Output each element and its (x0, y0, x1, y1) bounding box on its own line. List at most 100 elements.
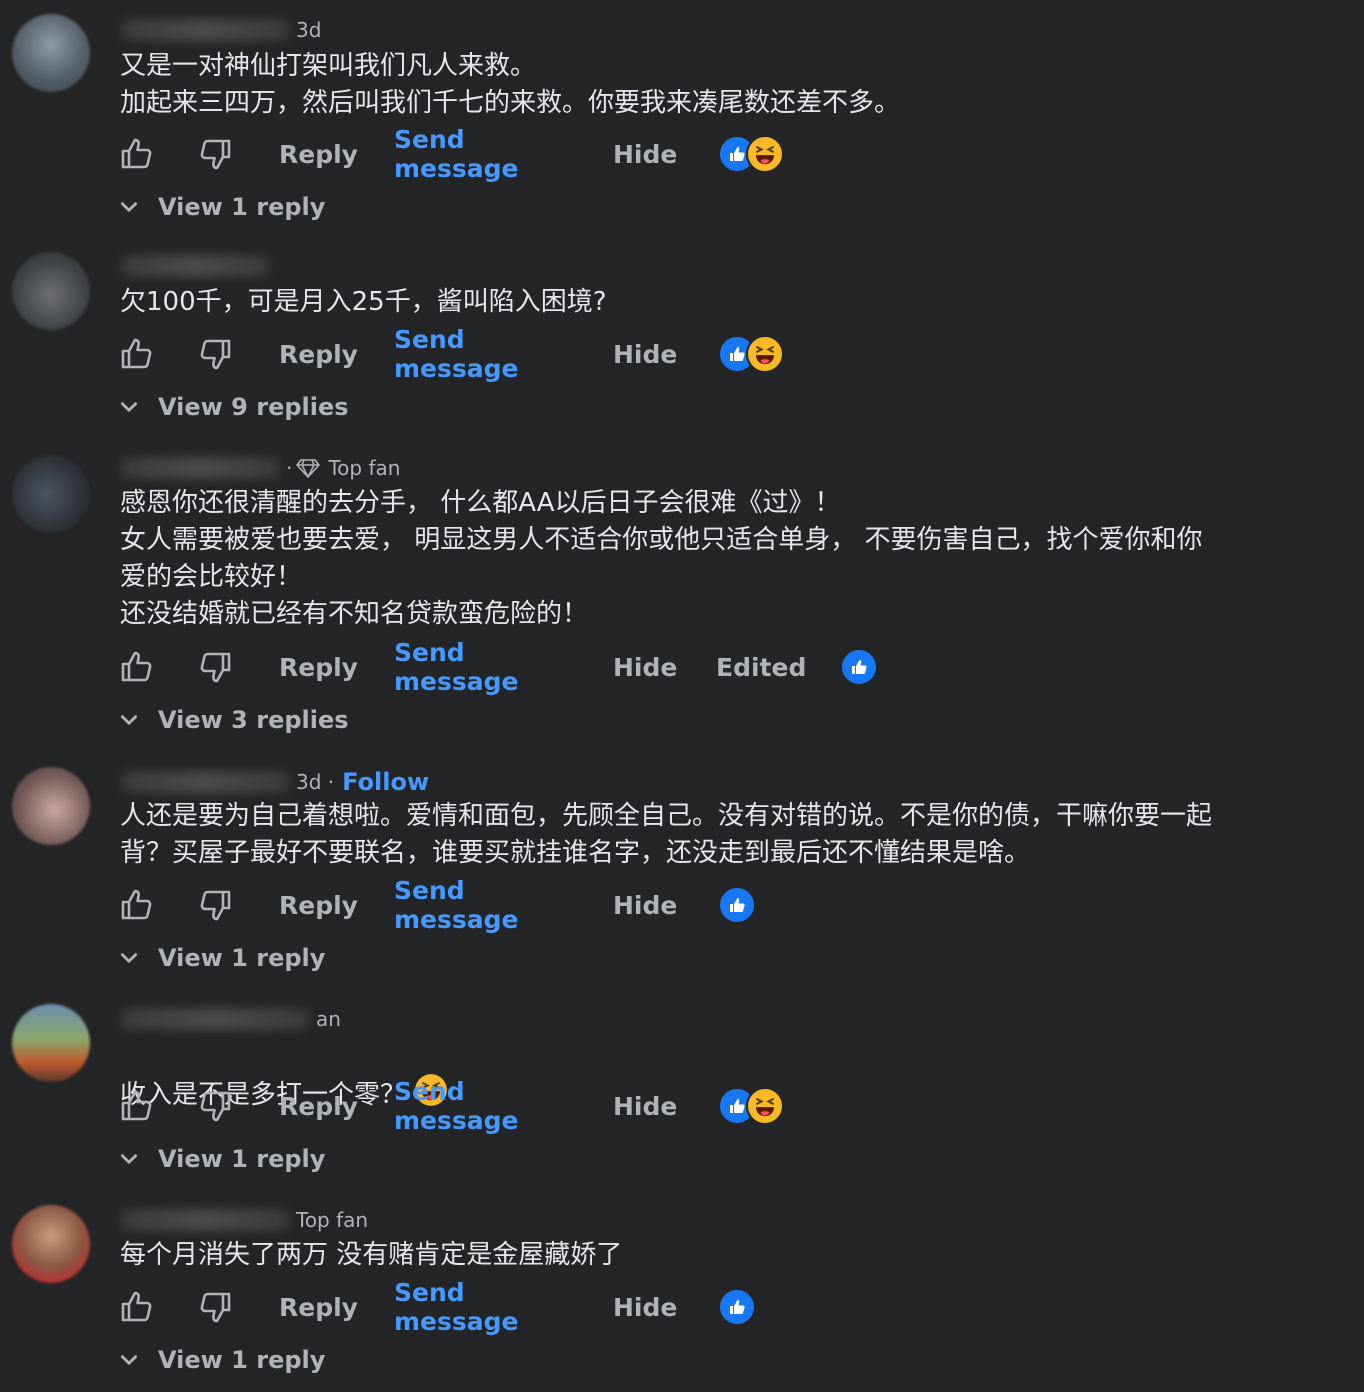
like-button[interactable] (118, 885, 154, 925)
view-replies-button[interactable]: View 3 replies (118, 702, 349, 738)
reply-button[interactable]: Reply (279, 334, 358, 374)
chevron-down-icon (118, 947, 140, 969)
thumb-up-icon (118, 1088, 154, 1124)
like-button[interactable] (118, 1086, 154, 1126)
view-replies-label: View 1 reply (158, 1346, 326, 1374)
send-message-button[interactable]: Send message (394, 638, 519, 696)
send-message-button[interactable]: Send message (394, 876, 519, 934)
haha-reaction-icon (746, 1087, 784, 1125)
comment-meta (120, 252, 276, 280)
avatar[interactable] (12, 455, 90, 533)
send-message-button[interactable]: Send message (394, 1077, 519, 1135)
view-replies-button[interactable]: View 1 reply (118, 1141, 325, 1177)
author-name[interactable] (120, 1008, 310, 1030)
dislike-button[interactable] (198, 134, 234, 174)
thumb-up-icon (118, 136, 154, 172)
thumb-down-icon (198, 1289, 234, 1325)
view-replies-button[interactable]: View 1 reply (118, 1342, 325, 1378)
thumb-down-icon (198, 1088, 234, 1124)
thumb-down-icon (198, 136, 234, 172)
view-replies-button[interactable]: View 9 replies (118, 389, 349, 425)
author-name[interactable] (120, 19, 290, 41)
comment-meta: 3d · Follow (120, 768, 429, 796)
hide-button[interactable]: Hide (613, 885, 677, 925)
hide-button[interactable]: Hide (613, 134, 677, 174)
thumb-up-icon (118, 336, 154, 372)
view-replies-label: View 9 replies (158, 393, 349, 421)
timestamp[interactable]: 3d (296, 18, 321, 42)
like-reaction-icon (718, 886, 756, 924)
comment-text: 每个月消失了两万 没有赌肯定是金屋藏娇了 (120, 1240, 623, 1270)
view-replies-label: View 1 reply (158, 193, 326, 221)
chevron-down-icon (118, 1349, 140, 1371)
comment-text: 欠100千，可是月入25千，酱叫陷入困境? (120, 287, 607, 317)
thumb-down-icon (198, 336, 234, 372)
dislike-button[interactable] (198, 885, 234, 925)
comment-meta: Top fan (120, 1206, 368, 1234)
hide-button[interactable]: Hide (613, 1086, 677, 1126)
avatar[interactable] (12, 1205, 90, 1283)
haha-reaction-icon (746, 335, 784, 373)
view-replies-button[interactable]: View 1 reply (118, 940, 325, 976)
dislike-button[interactable] (198, 334, 234, 374)
thumb-down-icon (198, 649, 234, 685)
edited-label: Edited (716, 652, 807, 682)
reaction-summary[interactable] (718, 134, 784, 174)
timestamp[interactable]: 3d · (296, 770, 334, 794)
thumb-down-icon (198, 887, 234, 923)
comment-text: 感恩你还很清醒的去分手， 什么都AA以后日子会很难《过》！ 女人需要被爱也要去爱… (120, 488, 1203, 629)
chevron-down-icon (118, 196, 140, 218)
like-button[interactable] (118, 647, 154, 687)
send-message-button[interactable]: Send message (394, 125, 519, 183)
comment-meta: 3d (120, 16, 321, 44)
thumb-up-icon (118, 1289, 154, 1325)
view-replies-label: View 3 replies (158, 706, 349, 734)
reaction-summary[interactable] (840, 647, 878, 687)
reply-button[interactable]: Reply (279, 1287, 358, 1327)
send-message-button[interactable]: Send message (394, 1278, 519, 1336)
reply-button[interactable]: Reply (279, 885, 358, 925)
avatar[interactable] (12, 1004, 90, 1082)
follow-button[interactable]: Follow (342, 768, 429, 796)
author-name[interactable] (120, 771, 290, 793)
view-replies-label: View 1 reply (158, 1145, 326, 1173)
diamond-icon (296, 458, 320, 478)
author-name[interactable] (120, 457, 280, 479)
meta-separator: · (286, 456, 293, 480)
send-message-button[interactable]: Send message (394, 325, 519, 383)
dislike-button[interactable] (198, 1086, 234, 1126)
author-name-partial[interactable]: an (316, 1007, 341, 1031)
avatar[interactable] (12, 14, 90, 92)
reaction-summary[interactable] (718, 885, 756, 925)
reaction-summary[interactable] (718, 1086, 784, 1126)
hide-button[interactable]: Hide (613, 1287, 677, 1327)
haha-reaction-icon (746, 135, 784, 173)
reply-button[interactable]: Reply (279, 647, 358, 687)
reaction-summary[interactable] (718, 1287, 756, 1327)
view-replies-label: View 1 reply (158, 944, 326, 972)
view-replies-button[interactable]: View 1 reply (118, 189, 325, 225)
author-name[interactable] (120, 255, 270, 277)
dislike-button[interactable] (198, 647, 234, 687)
hide-button[interactable]: Hide (613, 334, 677, 374)
author-name[interactable] (120, 1209, 290, 1231)
like-button[interactable] (118, 334, 154, 374)
thumb-up-icon (118, 649, 154, 685)
reply-button[interactable]: Reply (279, 1086, 358, 1126)
thumb-up-icon (118, 887, 154, 923)
chevron-down-icon (118, 709, 140, 731)
comment-meta: an (120, 1005, 341, 1033)
avatar[interactable] (12, 767, 90, 845)
like-button[interactable] (118, 134, 154, 174)
like-reaction-icon (840, 648, 878, 686)
avatar[interactable] (12, 252, 90, 330)
like-reaction-icon (718, 1288, 756, 1326)
comment-text: 人还是要为自己着想啦。爱情和面包，先顾全自己。没有对错的说。不是你的债，干嘛你要… (120, 801, 1213, 868)
comment-text: 又是一对神仙打架叫我们凡人来救。 加起来三四万，然后叫我们千七的来救。你要我来凑… (120, 51, 901, 118)
reaction-summary[interactable] (718, 334, 784, 374)
like-button[interactable] (118, 1287, 154, 1327)
hide-button[interactable]: Hide (613, 647, 677, 687)
dislike-button[interactable] (198, 1287, 234, 1327)
chevron-down-icon (118, 1148, 140, 1170)
reply-button[interactable]: Reply (279, 134, 358, 174)
